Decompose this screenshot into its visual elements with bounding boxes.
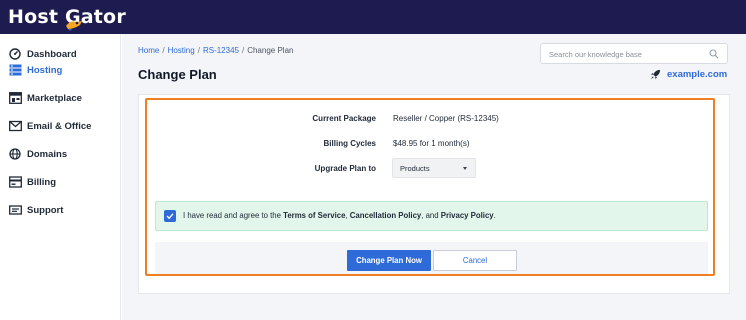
sidebar-item-label: Support bbox=[27, 204, 64, 216]
breadcrumb-current: Change Plan bbox=[247, 46, 294, 55]
sidebar: Dashboard Hosting Marketplace Email & Of… bbox=[0, 34, 121, 320]
current-package-label: Current Package bbox=[312, 114, 376, 123]
sidebar-item-label: Email & Office bbox=[27, 120, 92, 132]
breadcrumb-separator: / bbox=[197, 46, 200, 55]
form-footer bbox=[155, 242, 708, 275]
billing-cycles-label: Billing Cycles bbox=[323, 139, 376, 148]
agreement-text: I have read and agree to the Terms of Se… bbox=[183, 211, 496, 220]
rocket-icon bbox=[650, 69, 661, 80]
billing-cycles-value: $48.95 for 1 month(s) bbox=[393, 139, 470, 148]
gator-mascot-icon bbox=[66, 21, 82, 31]
cancellation-policy-link[interactable]: Cancellation Policy bbox=[350, 211, 422, 220]
change-plan-now-button[interactable]: Change Plan Now bbox=[347, 250, 431, 271]
chevron-down-icon bbox=[463, 167, 467, 170]
agreement-and: , and bbox=[421, 211, 441, 220]
sidebar-item-hosting[interactable]: Hosting bbox=[8, 62, 62, 78]
globe-icon bbox=[8, 147, 22, 161]
agreement-prefix: I have read and agree to the bbox=[183, 211, 284, 220]
top-bar: Host Gator bbox=[0, 0, 746, 34]
sidebar-item-billing[interactable]: Billing bbox=[8, 174, 56, 190]
breadcrumb-hosting[interactable]: Hosting bbox=[168, 46, 195, 55]
sidebar-item-label: Domains bbox=[27, 148, 68, 160]
checkmark-icon bbox=[166, 213, 174, 220]
domain-name: example.com bbox=[667, 69, 728, 80]
billing-icon bbox=[8, 175, 22, 189]
breadcrumb-home[interactable]: Home bbox=[138, 46, 159, 55]
breadcrumb-separator: / bbox=[162, 46, 165, 55]
marketplace-icon bbox=[8, 91, 22, 105]
sidebar-item-label: Hosting bbox=[27, 64, 63, 76]
support-icon bbox=[8, 203, 22, 217]
breadcrumb-separator: / bbox=[241, 46, 245, 55]
sidebar-item-dashboard[interactable]: Dashboard bbox=[8, 46, 77, 62]
upgrade-plan-selected: Products bbox=[400, 164, 430, 173]
sidebar-item-label: Dashboard bbox=[27, 48, 77, 60]
upgrade-plan-label: Upgrade Plan to bbox=[314, 164, 376, 173]
sidebar-item-support[interactable]: Support bbox=[8, 202, 63, 218]
search-icon[interactable] bbox=[709, 49, 719, 59]
agreement-box: I have read and agree to the Terms of Se… bbox=[155, 201, 708, 231]
cancel-button[interactable]: Cancel bbox=[433, 250, 517, 271]
search-box bbox=[540, 43, 728, 64]
search-input[interactable] bbox=[549, 47, 699, 61]
agreement-suffix: . bbox=[493, 211, 496, 220]
hostgator-logo[interactable]: Host Gator bbox=[8, 4, 126, 31]
sidebar-item-label: Marketplace bbox=[27, 92, 82, 104]
current-package-value: Reseller / Copper (RS-12345) bbox=[393, 114, 499, 123]
upgrade-plan-select[interactable]: Products bbox=[392, 158, 476, 178]
breadcrumb: Home / Hosting / RS-12345/Change Plan bbox=[138, 46, 293, 55]
terms-of-service-link[interactable]: Terms of Service bbox=[283, 211, 345, 220]
sidebar-item-domains[interactable]: Domains bbox=[8, 146, 67, 162]
breadcrumb-account[interactable]: RS-12345 bbox=[203, 46, 239, 55]
privacy-policy-link[interactable]: Privacy Policy bbox=[441, 211, 494, 220]
agree-checkbox[interactable] bbox=[164, 210, 176, 222]
sidebar-item-label: Billing bbox=[27, 176, 57, 188]
hosting-icon bbox=[8, 63, 22, 77]
sidebar-item-marketplace[interactable]: Marketplace bbox=[8, 90, 82, 106]
sidebar-item-email-office[interactable]: Email & Office bbox=[8, 118, 91, 134]
domain-link[interactable]: example.com bbox=[650, 69, 727, 80]
page-title: Change Plan bbox=[138, 67, 217, 82]
email-icon bbox=[8, 119, 22, 133]
dashboard-icon bbox=[8, 47, 22, 61]
